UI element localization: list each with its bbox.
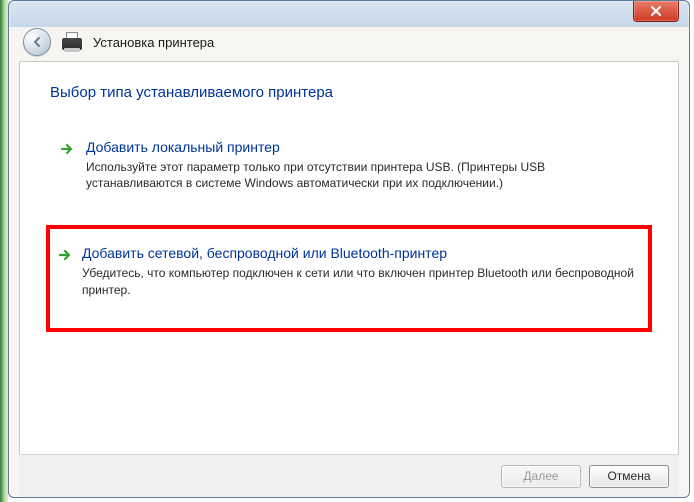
option-description: Убедитесь, что компьютер подключен к сет… [82, 265, 638, 297]
desktop-background-edge [0, 0, 8, 502]
cancel-button[interactable]: Отмена [589, 465, 669, 488]
printer-icon [61, 32, 83, 52]
option-title: Добавить локальный принтер [86, 139, 634, 155]
wizard-window: Установка принтера Выбор типа устанавлив… [8, 0, 690, 498]
titlebar: Установка принтера [9, 25, 689, 59]
wizard-footer: Далее Отмена [19, 454, 679, 497]
page-heading: Выбор типа устанавливаемого принтера [50, 84, 648, 101]
arrow-right-icon [58, 247, 74, 263]
content-area: Выбор типа устанавливаемого принтера Доб… [19, 61, 679, 455]
next-button: Далее [501, 465, 581, 488]
option-title: Добавить сетевой, беспроводной или Bluet… [82, 245, 638, 261]
back-arrow-icon [30, 35, 44, 49]
option-description: Используйте этот параметр только при отс… [86, 159, 634, 191]
close-icon [650, 5, 662, 17]
option-add-network-printer[interactable]: Добавить сетевой, беспроводной или Bluet… [46, 225, 652, 331]
close-button[interactable] [633, 1, 679, 22]
window-title: Установка принтера [93, 35, 214, 50]
arrow-right-icon [60, 141, 76, 157]
back-button[interactable] [23, 28, 51, 56]
option-add-local-printer[interactable]: Добавить локальный принтер Используйте э… [50, 129, 648, 205]
